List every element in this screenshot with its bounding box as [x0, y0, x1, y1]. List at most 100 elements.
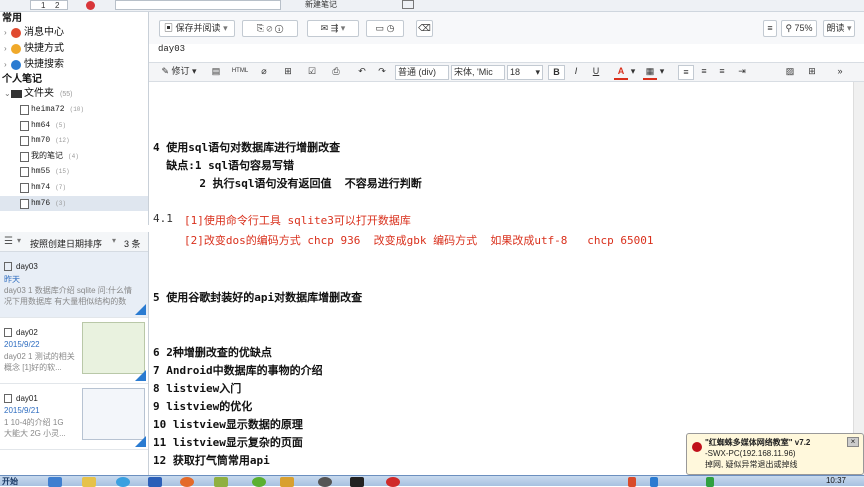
sidebar-item-shortcuts[interactable]: › 快捷方式 — [0, 41, 148, 57]
content-line: 6 2种增删改查的优缺点 — [153, 346, 272, 359]
font-select[interactable]: 宋体, 'Mic — [451, 65, 505, 80]
stop-icon — [692, 442, 702, 452]
more-icon[interactable]: » — [833, 65, 847, 80]
save-read-label: 保存并阅读 — [175, 23, 221, 33]
sidebar-item-folder[interactable]: ⌄ 文件夹 (55) — [0, 86, 148, 102]
font-size-select[interactable]: 18 ▾ — [507, 65, 543, 80]
html-button[interactable]: HTML — [229, 65, 251, 80]
notebook-label: hm64 — [31, 120, 51, 130]
attachment-icon[interactable]: ⊘ — [266, 23, 272, 33]
chevron-down-icon: ▾ — [192, 66, 197, 76]
insert-table-icon[interactable]: ⊞ — [805, 65, 819, 80]
notebook-label: hm74 — [31, 182, 51, 192]
note-thumbnail — [82, 322, 145, 374]
notebook-icon — [20, 120, 29, 131]
note-title-field[interactable]: day03 — [158, 44, 185, 54]
save-icon[interactable]: ▤ — [209, 65, 223, 80]
notebook-item[interactable]: 我的笔记 (4) — [0, 149, 148, 165]
list-item[interactable]: day03 昨天 day03 1 数据库介绍 sqlite 问:什么情 况下用数… — [0, 252, 148, 318]
indent-icon[interactable]: ⇥ — [735, 65, 749, 80]
grid-view-icon[interactable] — [402, 0, 414, 9]
record-icon[interactable] — [86, 1, 95, 10]
comment-icon[interactable]: ▭ — [376, 23, 385, 33]
close-icon[interactable]: × — [847, 437, 859, 447]
paragraph-select[interactable]: 普通 (div) — [395, 65, 449, 80]
bold-button[interactable]: B — [548, 65, 565, 80]
align-center-icon[interactable]: ≡ — [697, 65, 711, 80]
notebook-item[interactable]: hm55 (15) — [0, 164, 148, 180]
italic-button[interactable]: I — [569, 65, 583, 80]
sidebar-item-message-center[interactable]: › 消息中心 — [0, 25, 148, 41]
sort-label[interactable]: 按照创建日期排序 — [30, 237, 102, 250]
note-date: 昨天 — [4, 275, 20, 284]
zoom-value: 75% — [794, 23, 813, 33]
undo-icon[interactable]: ↶ — [355, 65, 369, 80]
notebook-item-selected[interactable]: hm76 (3) — [0, 195, 148, 212]
chevron-right-icon: › — [4, 28, 7, 37]
note-date: 2015/9/22 — [4, 340, 40, 349]
revise-button[interactable]: ✎ 修订 ▾ — [154, 65, 204, 80]
list-item[interactable]: day02 2015/9/22 day02 1 测试的相关 概念 [1]好的软.… — [0, 318, 148, 384]
search-input[interactable] — [115, 0, 281, 10]
notebook-item[interactable]: hm70 (12) — [0, 133, 148, 149]
save-read-button[interactable]: ▣ 保存并阅读 ▾ — [159, 20, 235, 37]
clock: 10:37 — [825, 476, 846, 485]
note-snippet: day03 1 数据库介绍 sqlite 问:什么情 况下用数据库 有大量相似结… — [4, 286, 133, 306]
revise-label: 修订 — [171, 66, 190, 76]
sidebar-item-quick-search[interactable]: › 快捷搜索 — [0, 57, 148, 73]
notebook-count: (10) — [69, 106, 85, 113]
zoom-control[interactable]: ⚲ 75% — [781, 20, 817, 37]
notebook-label: 我的笔记 — [31, 151, 63, 161]
sort-header[interactable]: ☰ ▾ 按照创建日期排序 ▾ 3 条 — [0, 232, 148, 252]
chevron-down-icon[interactable]: ▾ — [629, 65, 637, 80]
clock-icon[interactable]: ◷ — [387, 23, 395, 33]
chevron-right-icon: › — [4, 44, 7, 53]
vertical-scrollbar[interactable] — [853, 82, 864, 475]
mail-icon[interactable]: ✉ — [321, 23, 329, 33]
info-icon[interactable]: ⓘ — [275, 23, 283, 33]
folder-label: 文件夹 — [24, 88, 54, 99]
insert-image-icon[interactable]: ▨ — [783, 65, 797, 80]
redo-icon[interactable]: ↷ — [375, 65, 389, 80]
notebook-icon — [20, 105, 29, 115]
note-thumbnail — [82, 388, 145, 440]
edit-corner-icon[interactable] — [135, 304, 146, 315]
note-snippet: 1 10-4的介绍 1G 大能大 2G 小灵... — [4, 418, 66, 438]
chevron-down-icon[interactable]: ▾ — [17, 236, 21, 245]
chevron-down-icon[interactable]: ▾ — [658, 65, 666, 80]
align-left-icon[interactable]: ≡ — [678, 65, 694, 80]
page-spinner[interactable]: 1 2 — [30, 0, 68, 10]
underline-button[interactable]: U — [589, 65, 603, 80]
note-icon — [4, 328, 12, 337]
bookmark-icon[interactable]: ⎘ — [257, 23, 264, 33]
search-icon — [11, 60, 21, 70]
insert-table-icon[interactable]: ⊞ — [281, 65, 295, 80]
eraser-icon[interactable]: ⌀ — [257, 65, 271, 80]
list-view-icon[interactable]: ≡ — [763, 20, 777, 37]
copy-format-icon[interactable]: ⎙ — [329, 65, 343, 80]
new-note-button[interactable]: 新建笔记 — [305, 0, 337, 9]
chevron-down-icon[interactable]: ▾ — [341, 23, 346, 33]
read-aloud-button[interactable]: 朗读 ▾ — [823, 20, 855, 37]
notebook-item[interactable]: heima72 (10) — [0, 102, 148, 118]
chevron-down-icon[interactable]: ⌄ — [4, 86, 11, 102]
highlight-icon[interactable]: ▦ — [643, 65, 657, 80]
note-icon — [4, 394, 12, 403]
network-warning-popup: × "红蜘蛛多媒体网络教室" v7.2 -SWX-PC(192.168.11.9… — [686, 433, 864, 475]
start-button[interactable]: 开始 — [2, 476, 18, 487]
notebook-item[interactable]: hm74 (7) — [0, 180, 148, 196]
delete-button[interactable]: ⌫ — [416, 20, 433, 37]
chevron-down-icon[interactable]: ▾ — [112, 236, 116, 245]
content-line: 12 获取打气筒常用api — [153, 454, 270, 467]
share-icon[interactable]: ⇶ — [331, 23, 339, 33]
font-color-icon[interactable]: A — [614, 65, 628, 80]
align-right-icon[interactable]: ≡ — [715, 65, 729, 80]
list-item[interactable]: day01 2015/9/21 1 10-4的介绍 1G 大能大 2G 小灵..… — [0, 384, 148, 450]
save-icon: ▣ — [164, 23, 174, 33]
checkbox-icon[interactable]: ☑ — [305, 65, 319, 80]
note-title: day01 — [16, 394, 38, 403]
chevron-right-icon: › — [4, 60, 7, 69]
list-menu-icon[interactable]: ☰ — [4, 236, 13, 247]
notebook-item[interactable]: hm64 (5) — [0, 118, 148, 134]
note-body[interactable]: 4 使用sql语句对数据库进行增删改查 缺点:1 sql语句容易写错 2 执行s… — [153, 82, 843, 475]
